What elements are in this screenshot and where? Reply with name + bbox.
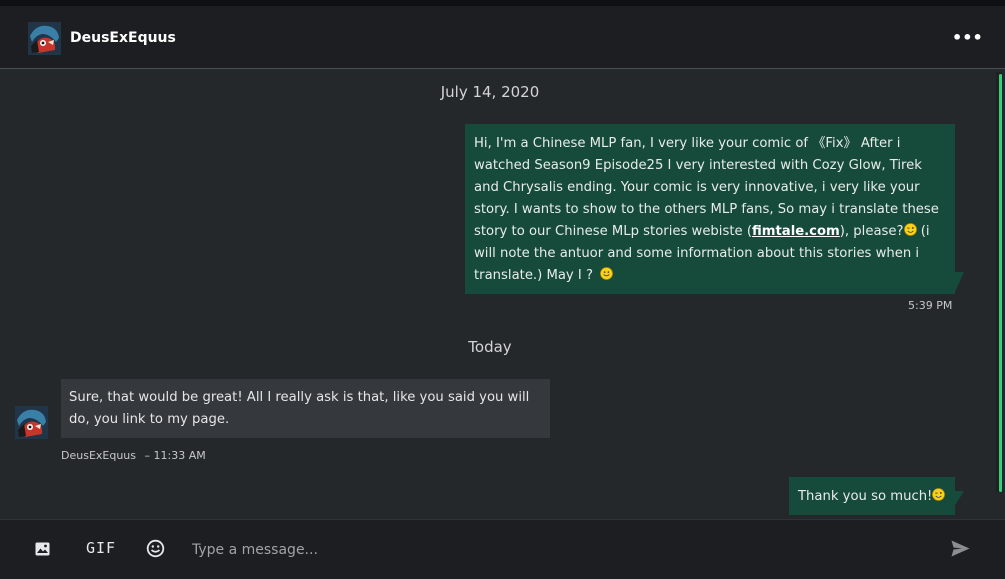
image-icon[interactable] (35, 542, 50, 556)
date-separator: July 14, 2020 (440, 83, 540, 101)
more-options-icon[interactable]: ••• (952, 28, 983, 48)
incoming-message-bubble: Sure, that would be great! All I really … (61, 379, 550, 438)
outgoing-message-bubble: Thank you so much! (789, 477, 964, 515)
message-text: Thank you so much! (798, 489, 933, 504)
date-separator: Today (468, 338, 512, 356)
bubble-tail (954, 491, 964, 507)
smiley-emoji (600, 267, 614, 280)
message-time: – 11:33 AM (144, 449, 206, 462)
emoji-icon[interactable] (146, 539, 165, 558)
message-text: ), please? (839, 224, 904, 239)
gif-button[interactable]: GIF (86, 539, 116, 557)
chat-header: DeusExEquus ••• (0, 6, 1005, 69)
bubble-tail (954, 272, 964, 294)
chat-window: DeusExEquus ••• July 14, 2020 Hi, I'm a … (0, 0, 1005, 579)
message-composer: GIF (0, 519, 1005, 579)
winking-emoji (903, 223, 917, 236)
message-text: Sure, that would be great! All I really … (69, 390, 530, 427)
send-icon[interactable] (951, 540, 970, 557)
message-meta: DeusExEquus – 11:33 AM (61, 449, 206, 462)
user-avatar[interactable] (28, 22, 61, 55)
outgoing-message-bubble: Hi, I'm a Chinese MLP fan, I very like y… (465, 124, 964, 294)
sender-avatar[interactable] (15, 406, 48, 439)
chat-username[interactable]: DeusExEquus (70, 30, 176, 46)
scrollbar-thumb[interactable] (999, 74, 1002, 492)
message-input[interactable] (190, 532, 894, 568)
message-time: 5:39 PM (908, 299, 953, 312)
winking-emoji (932, 488, 946, 501)
message-link[interactable]: fimtale.com (752, 224, 840, 239)
message-author[interactable]: DeusExEquus (61, 449, 136, 462)
